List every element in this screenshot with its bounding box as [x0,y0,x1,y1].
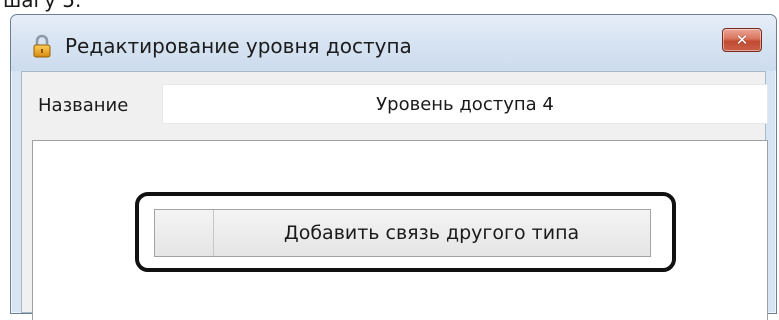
page-caption: шагу 5. [3,0,82,12]
lock-icon [33,34,51,58]
dialog-window: Редактирование уровня доступа ✕ Название… [10,14,777,320]
name-label: Название [38,95,129,116]
close-button[interactable]: ✕ [722,28,762,52]
name-input[interactable]: Уровень доступа 4 [162,84,768,124]
title-bar[interactable]: Редактирование уровня доступа ✕ [11,15,776,71]
window-title: Редактирование уровня доступа [65,34,412,58]
close-icon: ✕ [735,30,749,49]
add-link-button[interactable]: Добавить связь другого типа [154,209,651,257]
add-link-button-label: Добавить связь другого типа [283,222,580,244]
dialog-body: Название Уровень доступа 4 Добавить связ… [21,71,768,320]
links-panel: Добавить связь другого типа [32,140,768,320]
